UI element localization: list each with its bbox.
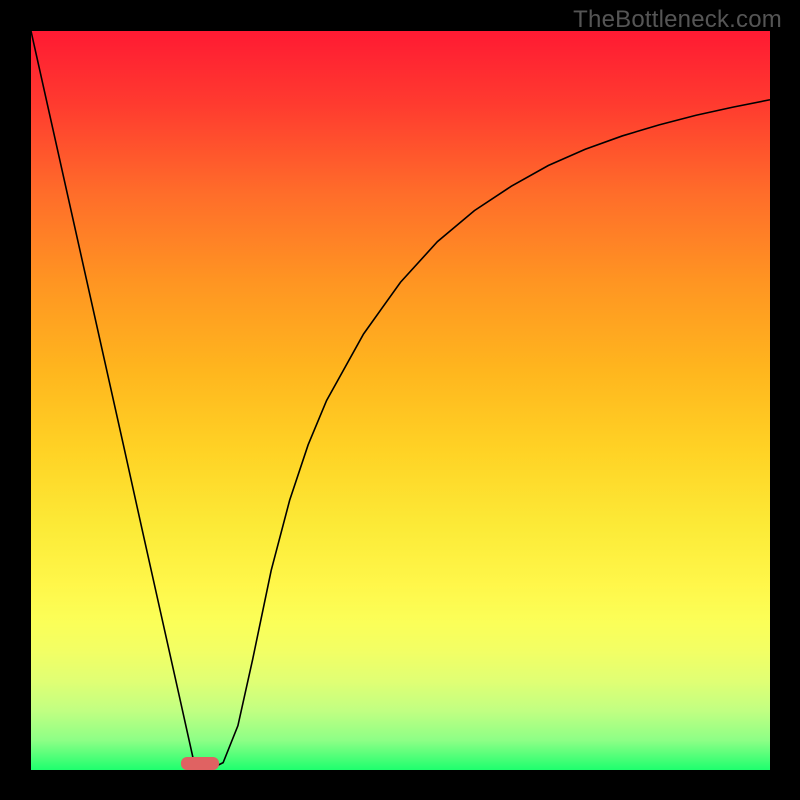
optimal-marker	[181, 757, 219, 770]
bottleneck-curve	[31, 31, 770, 766]
watermark-text: TheBottleneck.com	[573, 6, 782, 34]
curve-svg	[31, 31, 770, 770]
plot-area	[31, 31, 770, 770]
chart-frame: TheBottleneck.com	[0, 0, 800, 800]
